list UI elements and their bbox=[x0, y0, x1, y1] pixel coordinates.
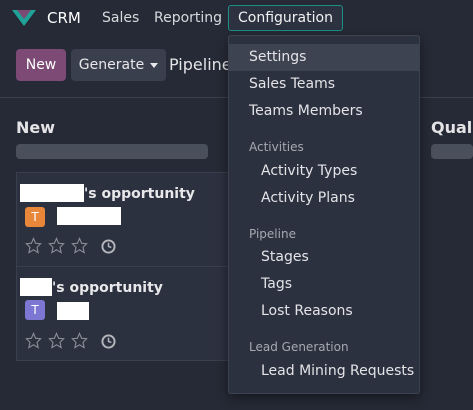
top-navbar: CRM Sales Reporting Configuration bbox=[0, 0, 473, 36]
menu-header-activities: Activities bbox=[249, 140, 304, 154]
menu-item-lost-reasons[interactable]: Lost Reasons bbox=[229, 298, 419, 325]
menu-header-pipeline: Pipeline bbox=[249, 227, 296, 241]
redacted-name bbox=[57, 207, 121, 225]
star-icon[interactable] bbox=[25, 332, 42, 349]
menu-item-teams-members[interactable]: Teams Members bbox=[229, 98, 419, 125]
star-icon[interactable] bbox=[48, 332, 65, 349]
priority-stars[interactable] bbox=[25, 332, 88, 349]
menu-item-tags[interactable]: Tags bbox=[229, 271, 419, 298]
card-title-suffix: 's opportunity bbox=[52, 280, 163, 296]
menu-item-lead-mining-requests[interactable]: Lead Mining Requests bbox=[229, 358, 419, 385]
app-name[interactable]: CRM bbox=[47, 9, 81, 27]
menu-header-lead-generation: Lead Generation bbox=[249, 340, 349, 354]
priority-stars[interactable] bbox=[25, 237, 88, 254]
generate-label: Generate bbox=[78, 57, 145, 73]
crm-logo-icon[interactable] bbox=[12, 10, 36, 26]
column-title-qualified: Quali bbox=[431, 118, 473, 137]
avatar[interactable]: T bbox=[25, 207, 45, 227]
nav-configuration[interactable]: Configuration bbox=[228, 5, 343, 31]
column-title-new: New bbox=[16, 118, 56, 137]
menu-item-stages[interactable]: Stages bbox=[229, 244, 419, 271]
kanban-card[interactable]: 's opportunity T bbox=[16, 172, 238, 267]
menu-item-activity-plans[interactable]: Activity Plans bbox=[229, 185, 419, 212]
breadcrumb-pipeline: Pipeline bbox=[169, 55, 232, 74]
clock-icon[interactable] bbox=[101, 334, 116, 349]
nav-reporting[interactable]: Reporting bbox=[154, 10, 222, 26]
card-title: 's opportunity bbox=[20, 184, 195, 202]
star-icon[interactable] bbox=[25, 237, 42, 254]
card-title: 's opportunity bbox=[20, 278, 163, 296]
menu-item-activity-types[interactable]: Activity Types bbox=[229, 158, 419, 185]
redacted-text bbox=[20, 184, 84, 202]
star-icon[interactable] bbox=[71, 237, 88, 254]
avatar[interactable]: T bbox=[25, 300, 45, 320]
configuration-dropdown-menu: Settings Sales Teams Teams Members Activ… bbox=[228, 35, 420, 394]
menu-item-settings[interactable]: Settings bbox=[229, 44, 419, 71]
kanban-card[interactable]: 's opportunity T bbox=[16, 266, 238, 361]
caret-down-icon bbox=[150, 62, 159, 68]
generate-button[interactable]: Generate bbox=[71, 49, 166, 81]
menu-item-sales-teams[interactable]: Sales Teams bbox=[229, 71, 419, 98]
clock-icon[interactable] bbox=[101, 239, 116, 254]
redacted-name bbox=[57, 302, 89, 320]
redacted-text bbox=[20, 278, 52, 296]
new-button[interactable]: New bbox=[16, 49, 66, 81]
star-icon[interactable] bbox=[48, 237, 65, 254]
star-icon[interactable] bbox=[71, 332, 88, 349]
nav-sales[interactable]: Sales bbox=[102, 10, 139, 26]
column-progress-bar[interactable] bbox=[16, 144, 208, 159]
column-progress-bar[interactable] bbox=[431, 144, 473, 159]
card-title-suffix: 's opportunity bbox=[84, 186, 195, 202]
